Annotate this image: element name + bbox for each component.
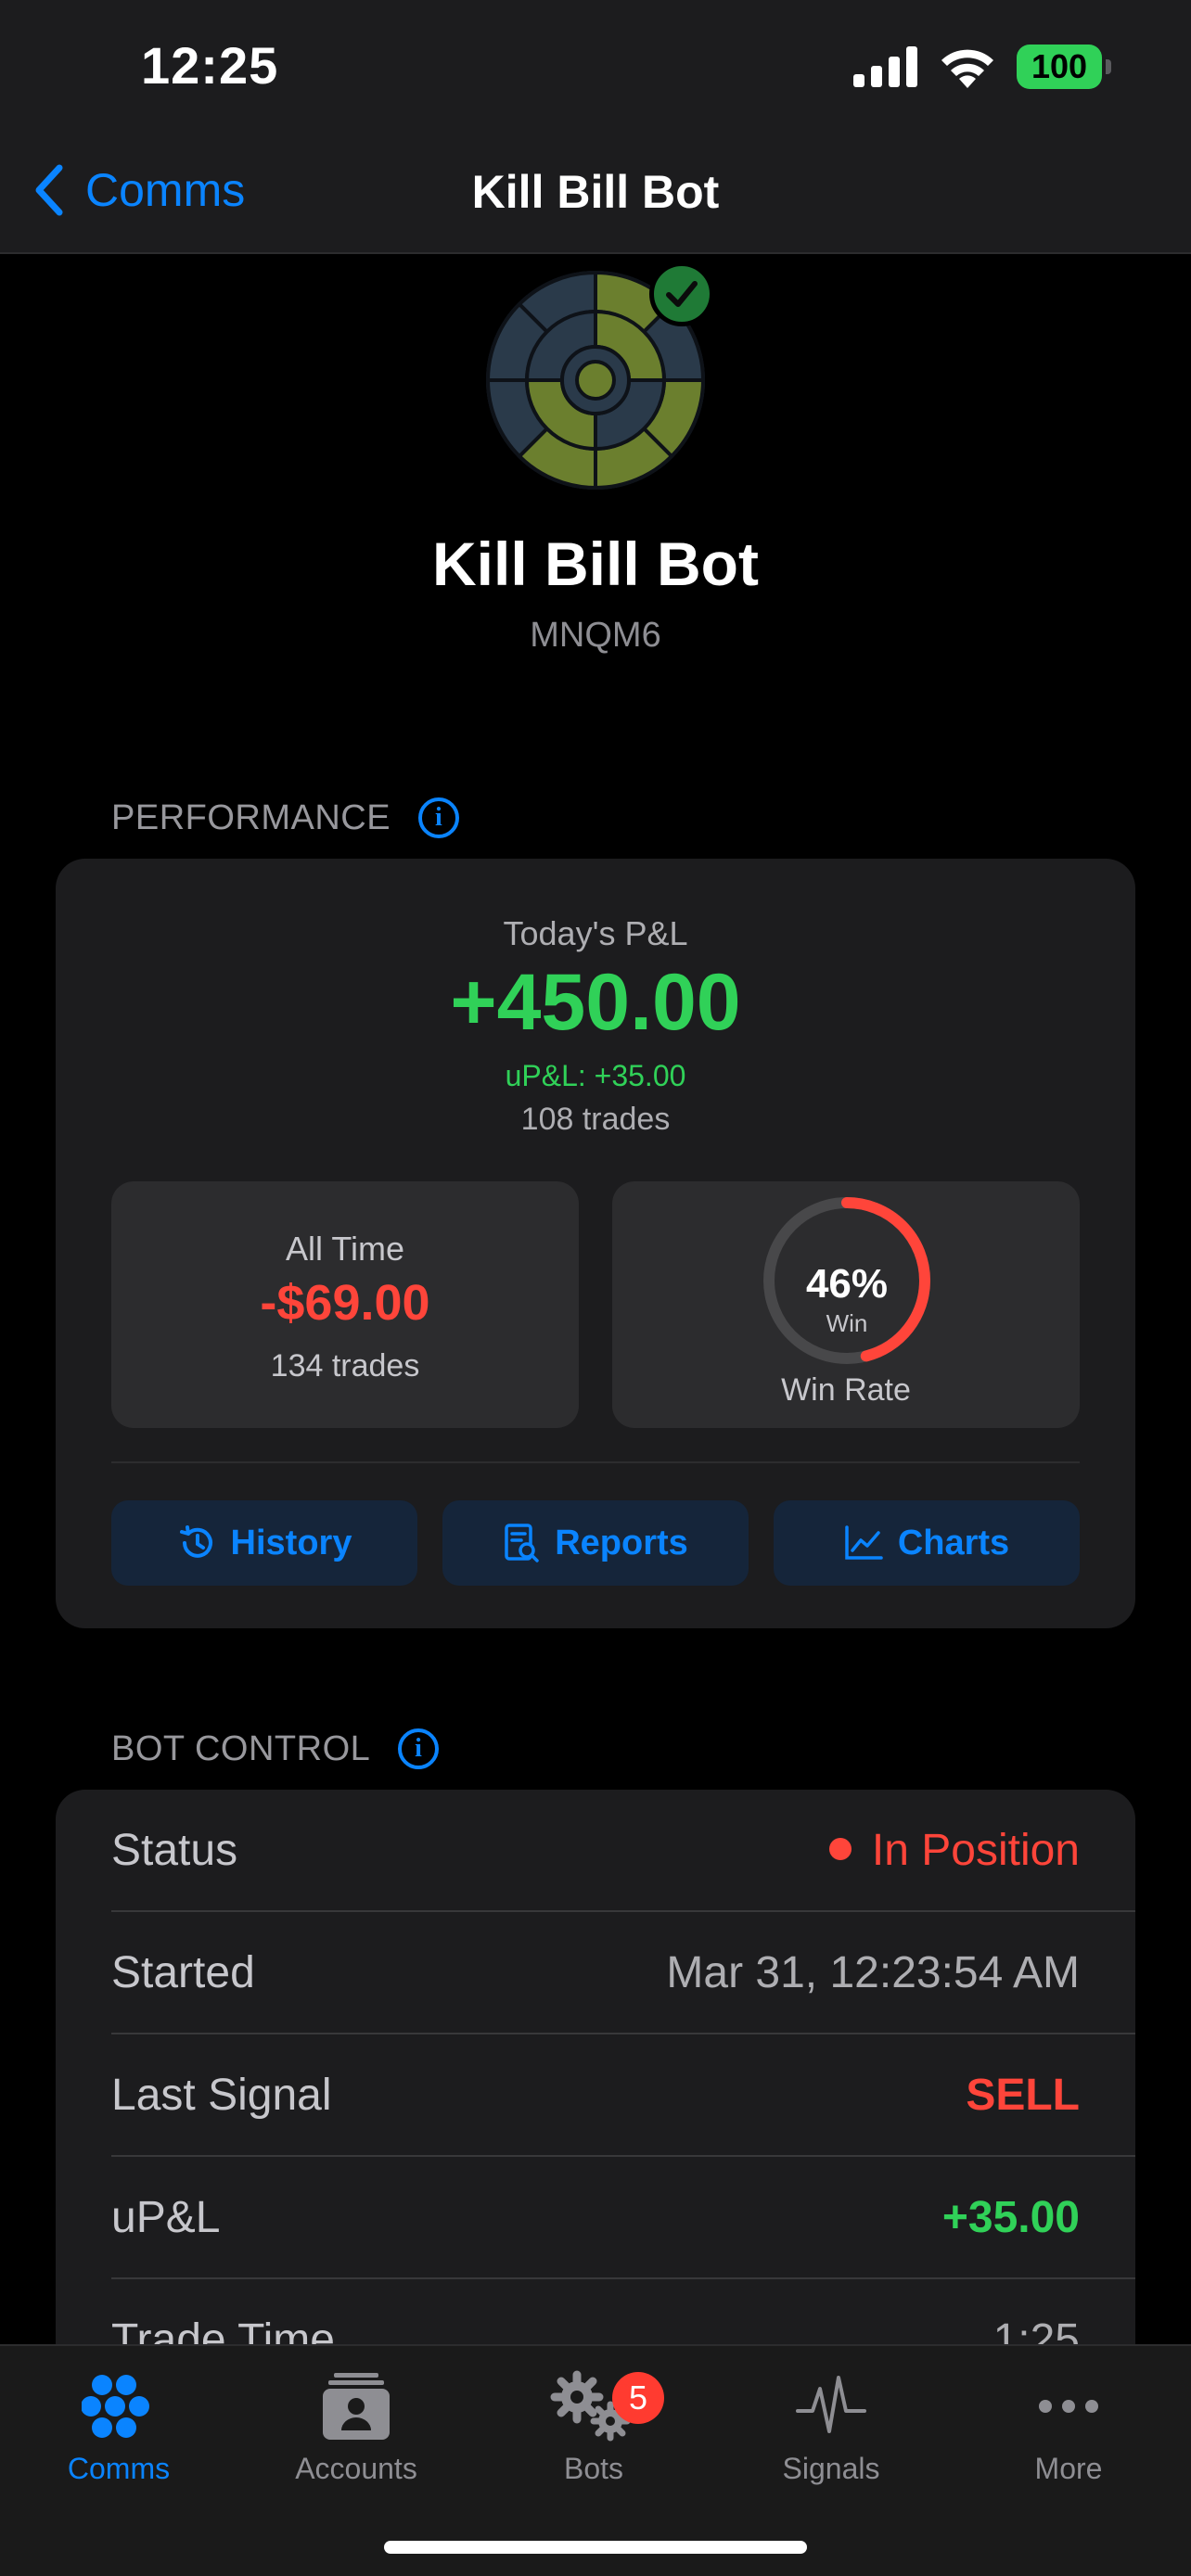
charts-label: Charts xyxy=(897,1523,1010,1562)
accounts-icon xyxy=(323,2373,390,2440)
tab-more-label: More xyxy=(1034,2452,1103,2485)
performance-header: PERFORMANCE i xyxy=(111,797,460,838)
nav-title: Kill Bill Bot xyxy=(471,166,720,218)
tab-comms[interactable]: Comms xyxy=(0,2365,237,2504)
status-bar: 12:25 100 xyxy=(0,0,1191,139)
started-value: Mar 31, 12:23:54 AM xyxy=(666,1947,1080,1997)
history-label: History xyxy=(230,1523,352,1562)
tab-accounts[interactable]: Accounts xyxy=(237,2365,475,2504)
tab-bots-label: Bots xyxy=(563,2452,624,2485)
todays-pnl-label: Today's P&L xyxy=(503,914,688,952)
bot-control-header: BOT CONTROL i xyxy=(111,1728,440,1769)
tab-signals-label: Signals xyxy=(782,2452,880,2485)
info-icon[interactable]: i xyxy=(418,797,460,838)
win-rate-label: Win Rate xyxy=(781,1372,911,1408)
status-label: Status xyxy=(111,1825,238,1875)
pulse-icon xyxy=(796,2376,866,2433)
trade-time-row: Trade Time 1:25 xyxy=(111,2279,1135,2347)
last-signal-row: Last Signal SELL xyxy=(111,2034,1135,2157)
started-label: Started xyxy=(111,1947,255,1997)
bot-control-header-label: BOT CONTROL xyxy=(111,1728,371,1768)
performance-card: Today's P&L +450.00 uP&L: +35.00 108 tra… xyxy=(56,859,1135,1628)
tab-comms-label: Comms xyxy=(67,2452,171,2485)
reports-label: Reports xyxy=(555,1523,688,1562)
reports-button[interactable]: Reports xyxy=(442,1500,749,1586)
win-rate-percent: 46% xyxy=(805,1261,889,1307)
bots-badge: 5 xyxy=(612,2372,664,2424)
more-icon xyxy=(1039,2400,1098,2413)
bot-control-card: Status In Position Started Mar 31, 12:23… xyxy=(56,1790,1135,2346)
performance-header-label: PERFORMANCE xyxy=(111,797,391,837)
status-row: Status In Position xyxy=(111,1790,1135,1912)
all-time-trades: 134 trades xyxy=(270,1348,420,1384)
tab-bots[interactable]: Bots 5 xyxy=(475,2365,712,2504)
info-icon[interactable]: i xyxy=(398,1728,440,1769)
all-time-label: All Time xyxy=(285,1230,405,1268)
line-chart-icon xyxy=(845,1525,883,1560)
comms-icon xyxy=(82,2375,149,2438)
home-indicator xyxy=(384,2541,807,2554)
tab-accounts-label: Accounts xyxy=(295,2452,417,2485)
todays-pnl-value: +450.00 xyxy=(450,958,741,1047)
status-dot-icon xyxy=(828,1837,852,1860)
report-search-icon xyxy=(505,1524,539,1562)
status-time: 12:25 xyxy=(141,36,279,95)
win-rate-ring: 46% Win xyxy=(761,1194,933,1367)
bot-symbol: MNQM6 xyxy=(530,616,661,655)
win-rate-tile: 46% Win Win Rate xyxy=(612,1181,1080,1428)
navigation-bar: Comms Kill Bill Bot xyxy=(0,139,1191,254)
wifi-icon xyxy=(941,49,993,88)
trade-time-value: 1:25 xyxy=(992,2315,1080,2347)
tab-signals[interactable]: Signals xyxy=(712,2365,950,2504)
bot-name: Kill Bill Bot xyxy=(432,529,759,598)
upnl-summary: uP&L: +35.00 xyxy=(505,1059,686,1092)
divider xyxy=(111,1461,1080,1463)
tab-more[interactable]: More xyxy=(950,2365,1187,2504)
upnl-label: uP&L xyxy=(111,2192,221,2242)
upnl-row: uP&L +35.00 xyxy=(111,2157,1135,2279)
charts-button[interactable]: Charts xyxy=(774,1500,1080,1586)
all-time-tile: All Time -$69.00 134 trades xyxy=(111,1181,579,1428)
all-time-value: -$69.00 xyxy=(260,1275,430,1331)
status-value: In Position xyxy=(828,1825,1080,1876)
trade-time-label: Trade Time xyxy=(111,2315,335,2347)
battery-indicator: 100 xyxy=(1017,45,1111,89)
history-button[interactable]: History xyxy=(111,1500,417,1586)
last-signal-label: Last Signal xyxy=(111,2070,332,2120)
verified-badge-icon xyxy=(649,261,714,326)
started-row: Started Mar 31, 12:23:54 AM xyxy=(111,1912,1135,2034)
status-text: In Position xyxy=(871,1825,1080,1875)
last-signal-value: SELL xyxy=(966,2070,1080,2120)
win-rate-sub: Win xyxy=(826,1309,868,1337)
checkmark-icon xyxy=(666,281,698,307)
status-icons: 100 xyxy=(853,45,1111,89)
signal-icon xyxy=(853,46,917,87)
history-icon xyxy=(179,1525,212,1558)
upnl-value: +35.00 xyxy=(941,2192,1080,2242)
todays-trades: 108 trades xyxy=(520,1102,671,1137)
